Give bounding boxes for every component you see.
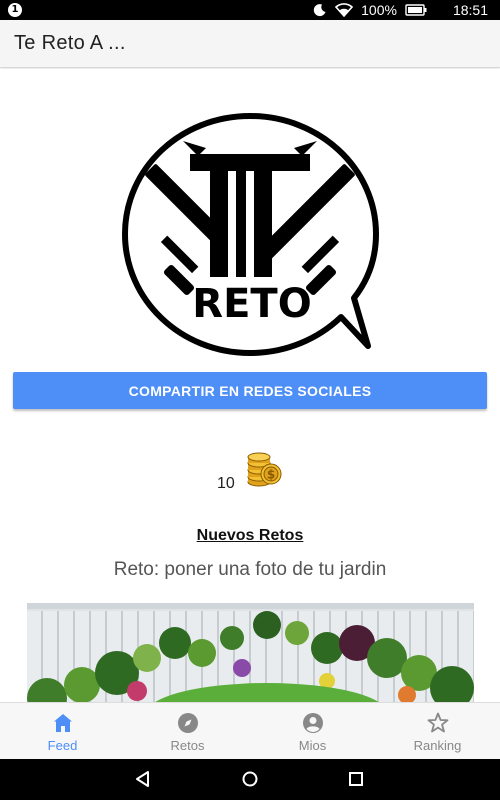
nav-item-retos[interactable]: Retos [125,703,250,759]
home-icon [53,714,72,732]
back-icon[interactable] [133,769,153,789]
home-button-icon[interactable] [240,769,260,789]
battery-icon [405,4,427,16]
account-icon [302,713,323,733]
te-reto-logo: RETO [122,113,379,356]
battery-percent: 100% [361,2,397,18]
share-social-button[interactable]: COMPARTIR EN REDES SOCIALES [13,372,487,409]
status-icons: 100% 18:51 [313,1,488,19]
svg-text:$: $ [267,468,275,482]
logo-text: RETO [192,281,311,327]
recent-apps-icon[interactable] [346,769,366,789]
nav-item-ranking[interactable]: Ranking [375,703,500,759]
nav-item-mios[interactable]: Mios [250,703,375,759]
status-bar: 1 100% 18:51 [0,0,500,20]
compass-icon [177,713,198,733]
nav-label-mios: Mios [298,738,327,753]
clock: 18:51 [452,2,488,18]
bottom-navigation: Feed Retos Mios Ranking [0,702,500,759]
notification-badge: 1 [8,3,22,17]
nav-label-retos: Retos [170,738,205,753]
nav-label-feed: Feed [47,738,78,753]
gold-coins-icon: $ [247,452,282,487]
challenge-photo[interactable] [27,603,474,702]
app-bar: Te Reto A ... [0,20,500,68]
coins-amount: 10 [217,475,235,492]
nav-label-ranking: Ranking [413,738,462,753]
new-challenges-title: Nuevos Retos [196,527,304,544]
nav-item-feed[interactable]: Feed [0,703,125,759]
star-icon [427,712,448,733]
challenge-description: Reto: poner una foto de tu jardin [113,559,387,580]
feed-content[interactable]: RETO COMPARTIR EN REDES SOCIALES 10 $ Nu… [0,69,500,702]
wifi-icon [335,3,354,17]
app-title: Te Reto A ... [14,32,126,54]
do-not-disturb-icon [313,4,326,17]
system-navigation-bar [0,759,500,800]
